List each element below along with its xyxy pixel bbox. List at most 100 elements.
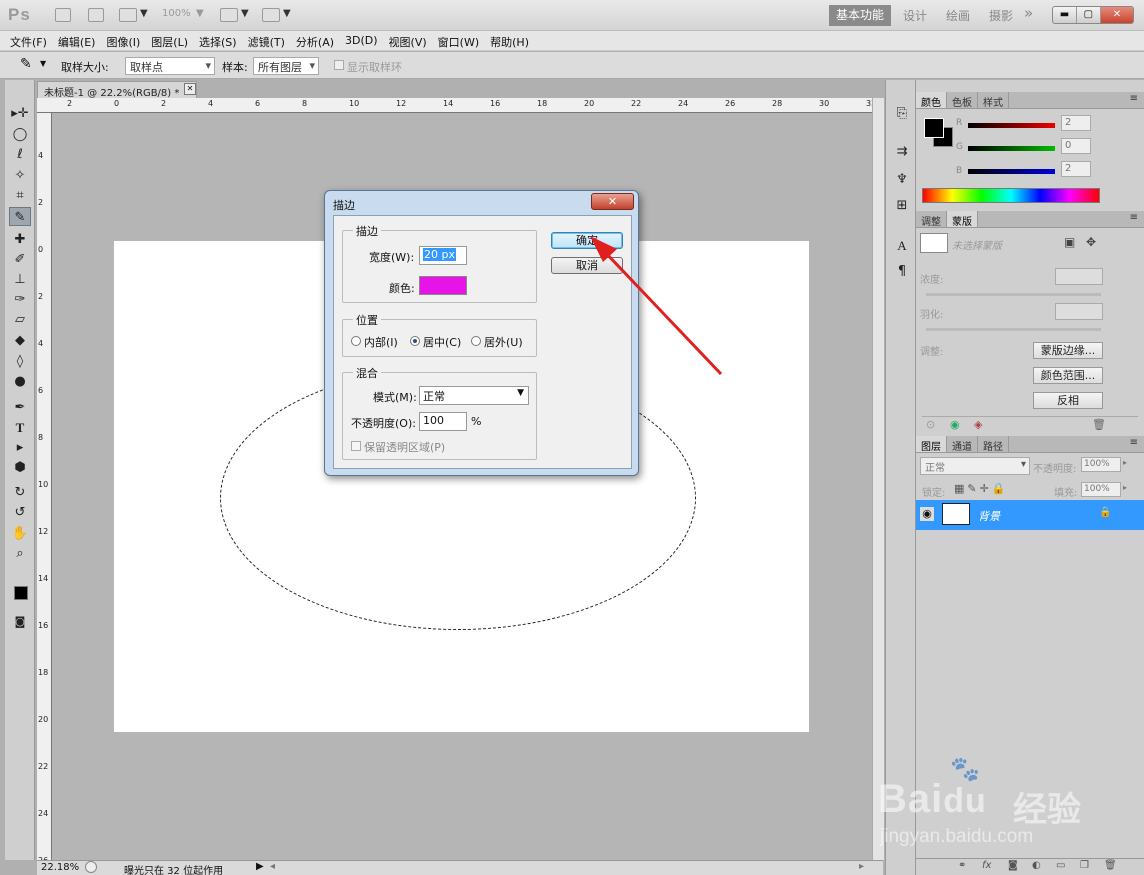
- workspace-essentials[interactable]: 基本功能: [829, 5, 891, 26]
- delete-layer-icon[interactable]: 🗑: [1104, 860, 1117, 871]
- vertical-scrollbar[interactable]: [872, 98, 884, 860]
- green-slider[interactable]: [968, 146, 1055, 151]
- link-layers-icon[interactable]: ⚭: [958, 860, 966, 871]
- mask-thumbnail[interactable]: [920, 233, 948, 253]
- opacity-input[interactable]: 100: [419, 412, 467, 431]
- view-extras-icon[interactable]: [119, 8, 137, 22]
- blue-value[interactable]: 2: [1061, 161, 1091, 177]
- panel-menu-icon[interactable]: ≡: [1130, 437, 1138, 448]
- stroke-color-swatch[interactable]: [419, 276, 467, 295]
- pixel-mask-icon[interactable]: ▣: [1064, 235, 1075, 249]
- quick-select-tool-icon[interactable]: ✧: [9, 166, 31, 185]
- clone-stamp-tool-icon[interactable]: ⊥: [9, 270, 31, 289]
- layer-opacity-input[interactable]: 100%: [1081, 457, 1121, 472]
- apply-mask-icon[interactable]: ◈: [974, 418, 982, 431]
- chevron-down-icon[interactable]: ▼: [241, 8, 249, 19]
- 3d-orbit-tool-icon[interactable]: ↺: [9, 503, 31, 522]
- shape-tool-icon[interactable]: ⬢: [9, 458, 31, 477]
- sample-select[interactable]: 所有图层: [253, 57, 319, 75]
- type-tool-icon[interactable]: T: [9, 418, 31, 437]
- crop-tool-icon[interactable]: ⌗: [9, 186, 31, 205]
- feather-input[interactable]: [1055, 303, 1103, 320]
- scroll-right-icon[interactable]: ▸: [859, 861, 864, 872]
- marquee-tool-icon[interactable]: ◯: [9, 125, 31, 144]
- clone-source-icon[interactable]: ⊞: [892, 198, 912, 218]
- arrange-documents-icon[interactable]: [220, 8, 238, 22]
- 3d-rotate-tool-icon[interactable]: ↻: [9, 483, 31, 502]
- history-brush-tool-icon[interactable]: ✑: [9, 290, 31, 309]
- move-tool-icon[interactable]: ▸✛: [9, 104, 31, 123]
- status-info-icon[interactable]: [85, 861, 97, 873]
- path-select-tool-icon[interactable]: ▸: [9, 438, 31, 457]
- add-mask-icon[interactable]: ◙: [1008, 860, 1018, 871]
- chevron-down-icon[interactable]: ▼: [140, 8, 148, 19]
- brush-presets-icon[interactable]: ♆: [892, 172, 912, 192]
- history-icon[interactable]: ⎘: [892, 106, 912, 126]
- zoom-status[interactable]: 22.18%: [41, 862, 79, 873]
- menu-filter[interactable]: 滤镜(T): [248, 31, 292, 50]
- zoom-level-combo[interactable]: 100%: [162, 8, 191, 19]
- red-slider[interactable]: [968, 123, 1055, 128]
- eyedropper-tool-icon[interactable]: ✎: [9, 207, 31, 226]
- lasso-tool-icon[interactable]: ℓ: [9, 145, 31, 164]
- eye-icon[interactable]: ◉: [950, 418, 960, 431]
- layer-name[interactable]: 背景: [978, 508, 1000, 524]
- hand-tool-icon[interactable]: ✋: [9, 524, 31, 543]
- close-button[interactable]: ✕: [1100, 7, 1133, 23]
- dialog-close-button[interactable]: ✕: [591, 193, 634, 210]
- show-ring-checkbox[interactable]: [334, 60, 344, 70]
- load-selection-icon[interactable]: ⊙: [926, 418, 935, 431]
- actions-icon[interactable]: ⇉: [892, 144, 912, 164]
- workspace-painting[interactable]: 绘画: [946, 7, 970, 24]
- tab-color[interactable]: 颜色: [916, 92, 947, 109]
- tab-channels[interactable]: 通道: [947, 436, 978, 453]
- dodge-tool-icon[interactable]: ●: [9, 372, 31, 391]
- chevron-down-icon[interactable]: ▼: [283, 8, 291, 19]
- fill-input[interactable]: 100%: [1081, 482, 1121, 497]
- workspace-more-icon[interactable]: »: [1024, 4, 1033, 22]
- eraser-tool-icon[interactable]: ▱: [9, 310, 31, 329]
- status-menu-arrow-icon[interactable]: ▶: [256, 861, 264, 872]
- center-radio[interactable]: [410, 336, 420, 346]
- visibility-eye-icon[interactable]: ◉: [920, 507, 934, 521]
- cancel-button[interactable]: 取消: [551, 257, 623, 274]
- character-icon[interactable]: A: [892, 238, 912, 258]
- brush-tool-icon[interactable]: ✐: [9, 250, 31, 269]
- workspace-photography[interactable]: 摄影: [989, 7, 1013, 24]
- eyedropper-icon[interactable]: ✎: [20, 56, 32, 72]
- layer-row-background[interactable]: ◉ 背景 🔒: [916, 500, 1144, 530]
- preserve-transparency-checkbox[interactable]: [351, 441, 361, 451]
- zoom-tool-icon[interactable]: ⌕: [9, 544, 31, 563]
- menu-select[interactable]: 选择(S): [199, 31, 244, 50]
- new-group-icon[interactable]: ▭: [1056, 860, 1065, 871]
- lock-icons[interactable]: ▦✎✛🔒: [954, 482, 1009, 495]
- chevron-right-icon[interactable]: ▸: [1123, 458, 1127, 467]
- trash-icon[interactable]: 🗑: [1092, 418, 1106, 431]
- close-document-icon[interactable]: ✕: [184, 83, 196, 95]
- outside-radio[interactable]: [471, 336, 481, 346]
- mini-bridge-icon[interactable]: [88, 8, 104, 22]
- document-tab[interactable]: 未标题-1 @ 22.2%(RGB/8) *: [37, 81, 197, 99]
- menu-3d[interactable]: 3D(D): [345, 31, 385, 50]
- paint-bucket-tool-icon[interactable]: ◆: [9, 331, 31, 350]
- width-input[interactable]: 20 px: [419, 246, 467, 265]
- panel-menu-icon[interactable]: ≡: [1130, 93, 1138, 104]
- tab-swatches[interactable]: 色板: [947, 92, 978, 109]
- tab-layers[interactable]: 图层: [916, 436, 947, 453]
- new-layer-icon[interactable]: ❐: [1080, 860, 1089, 871]
- mask-edge-button[interactable]: 蒙版边缘...: [1033, 342, 1103, 359]
- workspace-design[interactable]: 设计: [903, 7, 927, 24]
- ok-button[interactable]: 确定: [551, 232, 623, 249]
- menu-help[interactable]: 帮助(H): [490, 31, 536, 50]
- color-range-button[interactable]: 颜色范围...: [1033, 367, 1103, 384]
- menu-layer[interactable]: 图层(L): [151, 31, 195, 50]
- foreground-color-swatch[interactable]: [14, 586, 28, 600]
- menu-edit[interactable]: 编辑(E): [58, 31, 103, 50]
- chevron-down-icon[interactable]: ▼: [196, 8, 204, 19]
- screen-mode-icon[interactable]: [262, 8, 280, 22]
- tab-styles[interactable]: 样式: [978, 92, 1009, 109]
- panel-menu-icon[interactable]: ≡: [1130, 212, 1138, 223]
- blend-mode-select[interactable]: 正常: [920, 457, 1030, 475]
- adjustment-layer-icon[interactable]: ◐: [1032, 860, 1041, 871]
- scroll-left-icon[interactable]: ◂: [270, 861, 275, 872]
